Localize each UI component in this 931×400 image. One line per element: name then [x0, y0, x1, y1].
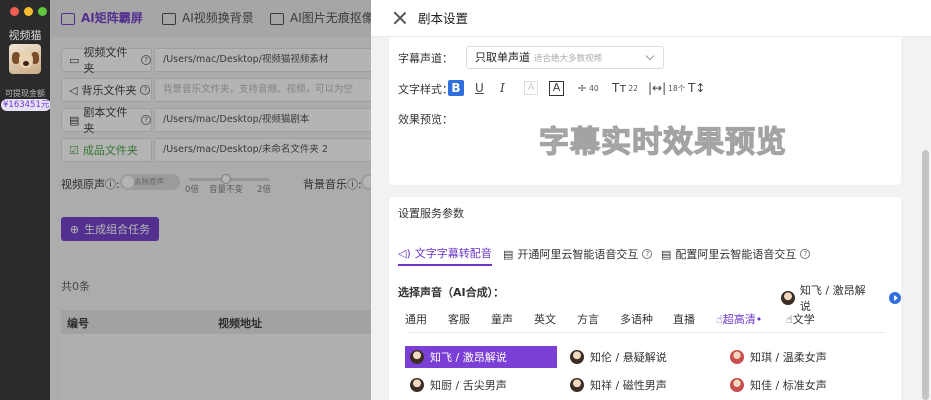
- tab-label: 开通阿里云智能语音交互: [517, 248, 639, 261]
- tab-open-aliyun[interactable]: ▤ 开通阿里云智能语音交互 ?: [503, 242, 653, 266]
- underline-icon: U: [475, 81, 484, 95]
- highlight-icon: A: [549, 80, 564, 96]
- subtitle-channel-hint: 适合绝大多数视频: [534, 54, 603, 64]
- category-children[interactable]: 童声: [491, 311, 513, 327]
- line-width-value: 18个: [668, 83, 686, 93]
- chevron-down-icon: [645, 51, 655, 61]
- voice-name: 知厨 / 舌尖男声: [430, 379, 507, 392]
- italic-icon: I: [500, 81, 505, 95]
- document-icon: ▤: [661, 247, 672, 261]
- avatar: [570, 350, 584, 364]
- tab-label: 文字字幕转配音: [414, 247, 492, 260]
- line-width-button[interactable]: |↔| 18个: [648, 80, 685, 96]
- script-settings-drawer: 剧本设置 字幕声道： 只取单声道 适合绝大多数视频 文字样式： B U I A A…: [371, 0, 931, 400]
- drawer-header: 剧本设置: [371, 0, 931, 37]
- withdraw-label: 可提现金额: [5, 89, 45, 98]
- voice-name: 知飞 / 激昂解说: [430, 351, 507, 364]
- avatar: [730, 350, 744, 364]
- voice-option[interactable]: 知琪 / 温柔女声: [730, 346, 827, 368]
- current-voice[interactable]: 知飞 / 激昂解说: [781, 282, 901, 314]
- voice-name: 知琪 / 温柔女声: [750, 351, 827, 364]
- category-literature[interactable]: ☝文学: [786, 311, 815, 327]
- text-style-label: 文字样式：: [398, 83, 453, 96]
- category-service[interactable]: 客服: [448, 311, 470, 327]
- subtitle-channel-select[interactable]: 只取单声道 适合绝大多数视频: [466, 46, 664, 69]
- text-transform-button[interactable]: T↕: [688, 80, 705, 96]
- background-color-button[interactable]: A: [549, 80, 564, 96]
- voice-name: 知祥 / 磁性男声: [590, 379, 667, 392]
- spacing-value: 40: [589, 83, 599, 93]
- help-icon[interactable]: ?: [800, 249, 811, 259]
- avatar: [781, 291, 795, 305]
- tab-text-to-speech[interactable]: ◁) 文字字幕转配音: [398, 242, 492, 266]
- voice-name: 知佳 / 标准女声: [750, 379, 827, 392]
- speaker-icon: ◁): [398, 246, 411, 260]
- close-icon[interactable]: [393, 11, 407, 25]
- app-avatar[interactable]: [9, 44, 41, 74]
- width-icon: |↔|: [648, 81, 667, 95]
- help-icon[interactable]: ?: [642, 249, 653, 259]
- app-name: 视频猫: [8, 29, 42, 42]
- balance-badge[interactable]: ¥163451元: [1, 99, 52, 111]
- voice-option[interactable]: 知飞 / 激昂解说: [405, 346, 557, 368]
- voice-option[interactable]: 知祥 / 磁性男声: [570, 374, 667, 396]
- font-size-icon: Tт: [612, 81, 627, 95]
- italic-button[interactable]: I: [500, 80, 505, 96]
- window-zoom-button[interactable]: [38, 7, 47, 16]
- category-label: 文学: [792, 313, 815, 326]
- underline-button[interactable]: U: [475, 80, 484, 96]
- letter-spacing-button[interactable]: ÷ 40: [577, 80, 599, 96]
- category-divider: [407, 332, 885, 333]
- font-size-value: 22: [628, 83, 638, 93]
- voice-select-label: 选择声音（AI合成）：: [398, 286, 505, 299]
- subtitle-channel-value: 只取单声道: [475, 51, 530, 64]
- thumbs-up-icon: ☝: [716, 313, 723, 326]
- bold-icon: B: [448, 80, 464, 96]
- category-english[interactable]: 英文: [534, 311, 556, 327]
- window-close-button[interactable]: [10, 7, 19, 16]
- category-dialect[interactable]: 方言: [577, 311, 599, 327]
- document-icon: ▤: [503, 247, 514, 261]
- tab-label: 配置阿里云智能语音交互: [675, 248, 797, 261]
- font-size-button[interactable]: Tт 22: [612, 80, 638, 96]
- service-settings-card: 设置服务参数 ◁) 文字字幕转配音 ▤ 开通阿里云智能语音交互 ? ▤ 配置阿里…: [389, 197, 901, 400]
- category-live[interactable]: 直播: [673, 311, 695, 327]
- voice-option[interactable]: 知伦 / 悬疑解说: [570, 346, 667, 368]
- subtitle-preview: 字幕实时效果预览: [538, 124, 787, 160]
- avatar: [570, 378, 584, 392]
- play-icon[interactable]: [889, 292, 901, 304]
- current-voice-name: 知飞 / 激昂解说: [799, 284, 866, 313]
- category-multilingual[interactable]: 多语种: [620, 311, 653, 327]
- voice-option[interactable]: 知厨 / 舌尖男声: [410, 374, 507, 396]
- thumbs-up-icon: ☝: [786, 313, 793, 326]
- spacing-icon: ÷: [577, 81, 588, 95]
- window-minimize-button[interactable]: [24, 7, 33, 16]
- category-ultra-hd[interactable]: ☝超高清•: [716, 311, 762, 327]
- subtitle-settings-card: 字幕声道： 只取单声道 适合绝大多数视频 文字样式： B U I A A ÷ 40 …: [389, 37, 901, 185]
- app-sidebar: 视频猫 可提现金额 ¥163451元: [0, 0, 52, 400]
- service-title: 设置服务参数: [398, 207, 464, 220]
- avatar: [410, 350, 424, 364]
- font-color-button[interactable]: A: [524, 80, 538, 96]
- subtitle-channel-label: 字幕声道：: [398, 52, 453, 65]
- dot-icon: •: [755, 313, 763, 326]
- category-general[interactable]: 通用: [405, 311, 427, 327]
- bold-button[interactable]: B: [448, 80, 464, 96]
- drawer-title: 剧本设置: [418, 11, 469, 26]
- voice-name: 知伦 / 悬疑解说: [590, 351, 667, 364]
- avatar: [730, 378, 744, 392]
- category-label: 超高清: [722, 313, 756, 326]
- text-height-icon: T↕: [688, 81, 706, 95]
- drawer-scrollbar-thumb[interactable]: [922, 150, 929, 400]
- tab-config-aliyun[interactable]: ▤ 配置阿里云智能语音交互 ?: [661, 242, 811, 266]
- avatar-nose: [23, 61, 29, 66]
- font-color-icon: A: [524, 81, 538, 95]
- preview-label: 效果预览：: [398, 113, 453, 126]
- voice-option[interactable]: 知佳 / 标准女声: [730, 374, 827, 396]
- avatar: [410, 378, 424, 392]
